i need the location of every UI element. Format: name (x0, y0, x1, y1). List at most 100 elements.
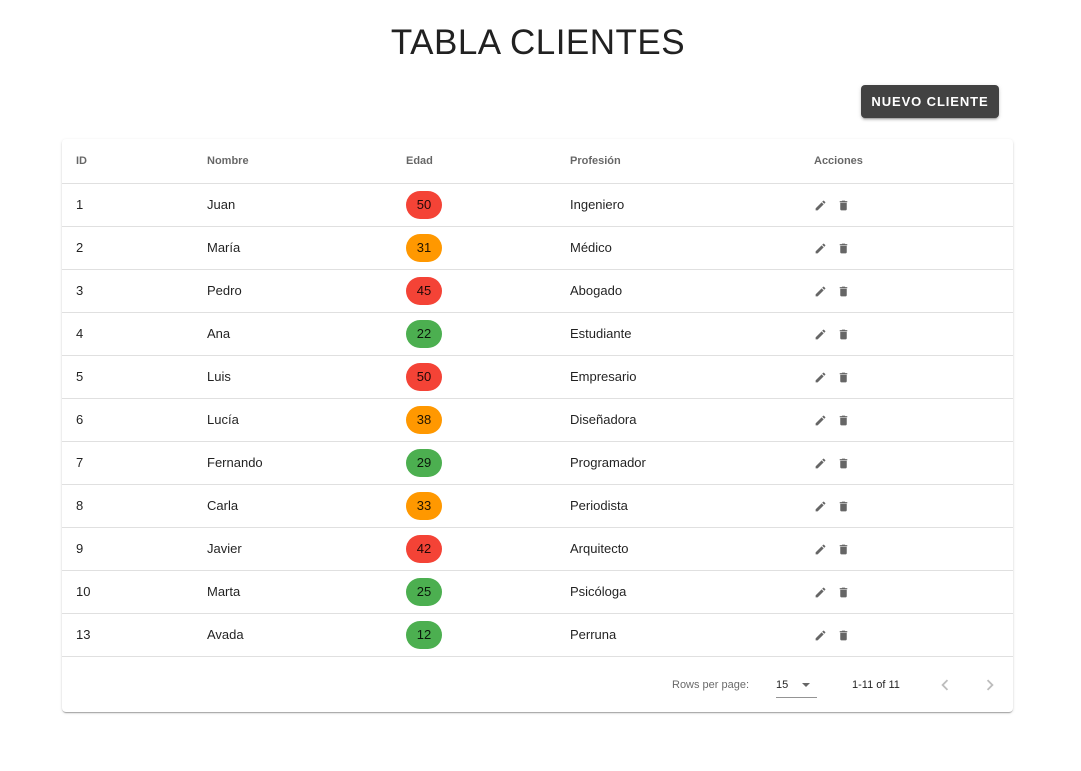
header-profesion[interactable]: Profesión (570, 139, 814, 184)
table-row: 3 Pedro 45 Abogado (62, 269, 1013, 313)
clients-table: ID Nombre Edad Profesión Acciones 1 Juan… (62, 139, 1013, 657)
cell-nombre: Avada (207, 613, 406, 657)
trash-icon[interactable] (837, 371, 850, 384)
pencil-icon[interactable] (814, 457, 827, 470)
cell-acciones (814, 527, 1013, 571)
table-header-row: ID Nombre Edad Profesión Acciones (62, 139, 1013, 184)
cell-edad: 50 (406, 355, 570, 399)
cell-profesion: Estudiante (570, 312, 814, 356)
age-chip: 45 (406, 276, 442, 305)
cell-nombre: María (207, 226, 406, 270)
cell-acciones (814, 441, 1013, 485)
trash-icon[interactable] (837, 242, 850, 255)
chevron-down-icon (802, 683, 810, 687)
clients-table-card: ID Nombre Edad Profesión Acciones 1 Juan… (62, 139, 1013, 712)
cell-id: 2 (62, 226, 207, 270)
rows-per-page-value: 15 (776, 679, 789, 691)
table-row: 4 Ana 22 Estudiante (62, 312, 1013, 356)
next-page-button[interactable] (979, 674, 1001, 696)
cell-acciones (814, 312, 1013, 356)
cell-profesion: Programador (570, 441, 814, 485)
cell-id: 8 (62, 484, 207, 528)
pencil-icon[interactable] (814, 500, 827, 513)
age-chip: 31 (406, 233, 442, 262)
previous-page-button[interactable] (934, 674, 956, 696)
pencil-icon[interactable] (814, 629, 827, 642)
pagination-range: 1-11 of 11 (852, 679, 900, 691)
trash-icon[interactable] (837, 543, 850, 556)
cell-profesion: Diseñadora (570, 398, 814, 442)
cell-nombre: Marta (207, 570, 406, 614)
new-client-button[interactable]: NUEVO CLIENTE (861, 85, 999, 118)
age-chip: 50 (406, 190, 442, 219)
trash-icon[interactable] (837, 199, 850, 212)
cell-nombre: Juan (207, 183, 406, 227)
chevron-left-icon (941, 679, 949, 691)
cell-edad: 45 (406, 269, 570, 313)
trash-icon[interactable] (837, 457, 850, 470)
pencil-icon[interactable] (814, 242, 827, 255)
pencil-icon[interactable] (814, 414, 827, 427)
cell-acciones (814, 613, 1013, 657)
age-chip: 33 (406, 491, 442, 520)
table-body: 1 Juan 50 Ingeniero 2 María 31 Médico 3 (62, 183, 1013, 657)
pencil-icon[interactable] (814, 328, 827, 341)
age-chip: 22 (406, 319, 442, 348)
age-chip: 50 (406, 362, 442, 391)
header-nombre[interactable]: Nombre (207, 139, 406, 184)
cell-edad: 12 (406, 613, 570, 657)
cell-profesion: Abogado (570, 269, 814, 313)
cell-edad: 42 (406, 527, 570, 571)
cell-nombre: Luis (207, 355, 406, 399)
cell-id: 5 (62, 355, 207, 399)
table-row: 6 Lucía 38 Diseñadora (62, 398, 1013, 442)
cell-profesion: Periodista (570, 484, 814, 528)
table-row: 9 Javier 42 Arquitecto (62, 527, 1013, 571)
pencil-icon[interactable] (814, 586, 827, 599)
cell-nombre: Javier (207, 527, 406, 571)
trash-icon[interactable] (837, 328, 850, 341)
cell-acciones (814, 484, 1013, 528)
cell-id: 6 (62, 398, 207, 442)
header-edad[interactable]: Edad (406, 139, 570, 184)
pencil-icon[interactable] (814, 285, 827, 298)
age-chip: 38 (406, 405, 442, 434)
cell-nombre: Ana (207, 312, 406, 356)
cell-id: 3 (62, 269, 207, 313)
cell-edad: 38 (406, 398, 570, 442)
trash-icon[interactable] (837, 414, 850, 427)
rows-per-page-label: Rows per page: (672, 679, 750, 691)
cell-edad: 50 (406, 183, 570, 227)
pencil-icon[interactable] (814, 543, 827, 556)
cell-acciones (814, 183, 1013, 227)
table-row: 7 Fernando 29 Programador (62, 441, 1013, 485)
header-id[interactable]: ID (62, 139, 207, 184)
cell-nombre: Pedro (207, 269, 406, 313)
page-title: TABLA CLIENTES (390, 23, 686, 62)
pencil-icon[interactable] (814, 199, 827, 212)
cell-acciones (814, 398, 1013, 442)
table-row: 8 Carla 33 Periodista (62, 484, 1013, 528)
pencil-icon[interactable] (814, 371, 827, 384)
age-chip: 25 (406, 577, 442, 606)
trash-icon[interactable] (837, 629, 850, 642)
cell-edad: 29 (406, 441, 570, 485)
rows-per-page-select[interactable]: 15 (776, 673, 817, 698)
trash-icon[interactable] (837, 285, 850, 298)
cell-id: 1 (62, 183, 207, 227)
trash-icon[interactable] (837, 586, 850, 599)
cell-acciones (814, 269, 1013, 313)
trash-icon[interactable] (837, 500, 850, 513)
cell-nombre: Carla (207, 484, 406, 528)
cell-edad: 33 (406, 484, 570, 528)
cell-nombre: Lucía (207, 398, 406, 442)
cell-edad: 31 (406, 226, 570, 270)
age-chip: 42 (406, 534, 442, 563)
cell-edad: 25 (406, 570, 570, 614)
cell-profesion: Médico (570, 226, 814, 270)
cell-acciones (814, 226, 1013, 270)
cell-profesion: Empresario (570, 355, 814, 399)
cell-id: 4 (62, 312, 207, 356)
table-row: 2 María 31 Médico (62, 226, 1013, 270)
cell-profesion: Perruna (570, 613, 814, 657)
